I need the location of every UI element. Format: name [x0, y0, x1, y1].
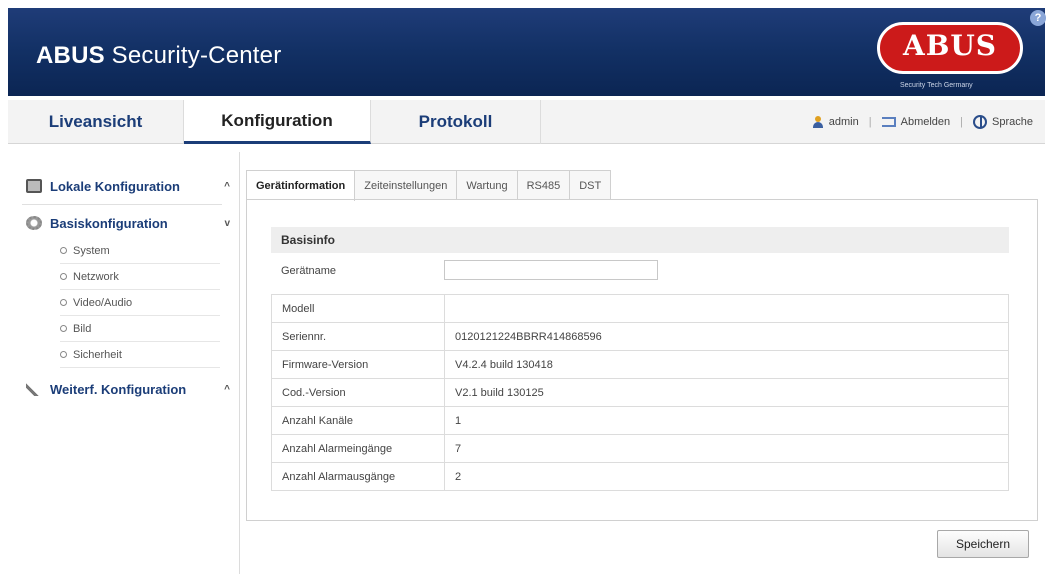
row-value: 1 [444, 406, 1009, 435]
tab-dst[interactable]: DST [569, 170, 612, 200]
sidebar-item-weiterf-konfiguration[interactable]: Weiterf. Konfiguration ^ [8, 372, 240, 406]
sidebar-item-netzwork[interactable]: Netzwork [60, 264, 220, 290]
tab-konfiguration[interactable]: Konfiguration [184, 100, 371, 144]
sidebar-item-label: Weiterf. Konfiguration [50, 381, 187, 397]
row-value [444, 294, 1009, 323]
gear-icon [26, 216, 42, 230]
tab-liveansicht[interactable]: Liveansicht [8, 100, 184, 144]
device-name-input[interactable] [444, 260, 658, 280]
row-key: Cod.-Version [271, 378, 445, 407]
globe-icon [973, 115, 988, 129]
bullet-icon [60, 325, 67, 332]
tab-zeiteinstellungen[interactable]: Zeiteinstellungen [354, 170, 458, 200]
section-title: Basisinfo [271, 227, 1009, 253]
bullet-icon [60, 299, 67, 306]
tab-geraetinformation[interactable]: Gerätinformation [246, 170, 356, 201]
tab-wartung[interactable]: Wartung [456, 170, 518, 200]
sidebar-item-sicherheit[interactable]: Sicherheit [60, 342, 220, 368]
sidebar-item-label: Basiskonfiguration [50, 215, 168, 231]
bullet-icon [60, 351, 67, 358]
bullet-icon [60, 273, 67, 280]
separator: | [868, 116, 872, 128]
table-row: Firmware-Version V4.2.4 build 130418 [271, 350, 1009, 379]
user-controls: admin | Abmelden | Sprache [812, 100, 1033, 144]
chevron-up-icon: ^ [224, 383, 230, 395]
abus-logo: ABUS [877, 22, 1023, 74]
row-key: Anzahl Kanäle [271, 406, 445, 435]
main-nav: Liveansicht Konfiguration Protokoll admi… [8, 100, 1045, 144]
row-value: 7 [444, 434, 1009, 463]
logo-subtitle: Security Tech Germany [900, 82, 973, 89]
app-title-brand: ABUS [36, 42, 105, 69]
row-value: 2 [444, 462, 1009, 491]
table-row: Seriennr. 0120121224BBRR414868596 [271, 322, 1009, 351]
logout-link[interactable]: Abmelden [881, 116, 951, 128]
bullet-icon [60, 247, 67, 254]
sidebar-sub-label: System [73, 244, 110, 257]
tab-protokoll[interactable]: Protokoll [371, 100, 541, 144]
sidebar-sub-label: Video/Audio [73, 296, 133, 309]
sidebar-sub-label: Sicherheit [73, 348, 122, 361]
logout-icon [881, 117, 896, 127]
sidebar-item-lokale-konfiguration[interactable]: Lokale Konfiguration ^ [8, 169, 240, 203]
sidebar: Lokale Konfiguration ^ Basiskonfiguratio… [8, 152, 240, 574]
user-link[interactable]: admin [812, 116, 859, 128]
language-label: Sprache [992, 116, 1033, 128]
sidebar-item-video-audio[interactable]: Video/Audio [60, 290, 220, 316]
row-key: Seriennr. [271, 322, 445, 351]
row-key: Firmware-Version [271, 350, 445, 379]
row-value: V4.2.4 build 130418 [444, 350, 1009, 379]
logo-text: ABUS [902, 28, 998, 62]
chevron-down-icon: v [224, 217, 230, 229]
device-info-panel: Basisinfo Gerätname Modell Seriennr. 012… [246, 199, 1038, 521]
row-value: 0120121224BBRR414868596 [444, 322, 1009, 351]
sidebar-item-system[interactable]: System [60, 238, 220, 264]
language-link[interactable]: Sprache [973, 115, 1033, 129]
sidebar-sub-label: Bild [73, 322, 92, 335]
chevron-up-icon: ^ [224, 180, 230, 192]
main-content: Gerätinformation Zeiteinstellungen Wartu… [246, 152, 1045, 574]
row-key: Modell [271, 294, 445, 323]
row-value: V2.1 build 130125 [444, 378, 1009, 407]
content-tabs: Gerätinformation Zeiteinstellungen Wartu… [246, 170, 612, 201]
app-title-rest: Security-Center [104, 42, 282, 69]
table-row: Anzahl Alarmausgänge 2 [271, 462, 1009, 491]
table-row: Anzahl Alarmeingänge 7 [271, 434, 1009, 463]
monitor-icon [26, 179, 42, 193]
table-row: Anzahl Kanäle 1 [271, 406, 1009, 435]
sidebar-item-bild[interactable]: Bild [60, 316, 220, 342]
device-info-table: Modell Seriennr. 0120121224BBRR414868596… [271, 294, 1009, 491]
table-row: Cod.-Version V2.1 build 130125 [271, 378, 1009, 407]
sidebar-item-basiskonfiguration[interactable]: Basiskonfiguration v [8, 206, 240, 240]
user-icon [812, 116, 824, 128]
device-name-label: Gerätname [281, 265, 337, 277]
sidebar-sub-label: Netzwork [73, 270, 119, 283]
row-key: Anzahl Alarmeingänge [271, 434, 445, 463]
separator: | [960, 116, 964, 128]
wrench-icon [26, 382, 42, 396]
help-icon[interactable]: ? [1030, 10, 1046, 26]
sidebar-item-label: Lokale Konfiguration [50, 178, 180, 194]
logout-label: Abmelden [900, 116, 951, 128]
row-key: Anzahl Alarmausgänge [271, 462, 445, 491]
app-title: ABUS Security-Center [36, 42, 281, 70]
tab-rs485[interactable]: RS485 [516, 170, 571, 200]
save-button[interactable]: Speichern [937, 530, 1029, 558]
table-row: Modell [271, 294, 1009, 323]
divider [22, 204, 222, 205]
user-name: admin [828, 116, 859, 128]
